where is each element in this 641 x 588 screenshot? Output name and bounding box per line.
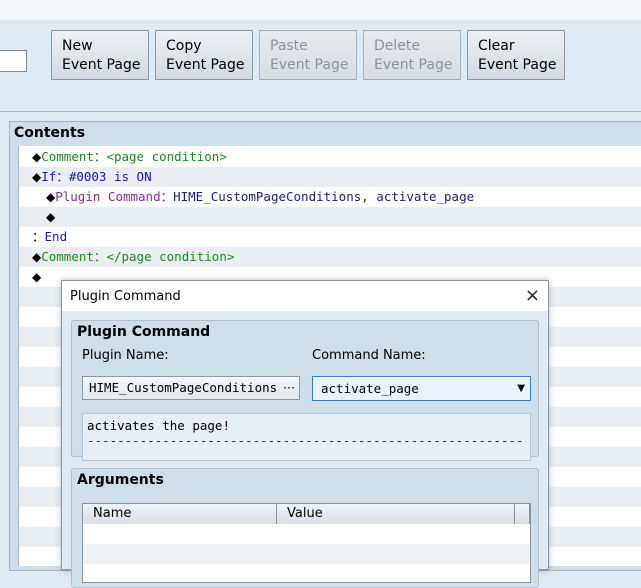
event-page-toolbar: New Event Page Copy Event Page Paste Eve… — [0, 0, 641, 112]
column-header-name[interactable]: Name — [83, 504, 277, 524]
list-item[interactable]: ◆Plugin Command：HIME_CustomPageCondition… — [19, 187, 641, 207]
button-label-line2: Event Page — [62, 57, 141, 73]
button-label-line1: Paste — [270, 38, 308, 54]
command-separator: ： — [32, 229, 45, 244]
diamond-marker-icon: ◆ — [46, 210, 56, 224]
diamond-marker-icon: ◆ — [32, 150, 42, 164]
new-event-page-button[interactable]: New Event Page — [51, 30, 149, 80]
list-item[interactable]: ：End — [19, 227, 641, 247]
diamond-marker-icon: ◆ — [32, 250, 42, 264]
command-name: Comment — [41, 149, 94, 164]
chevron-down-icon[interactable]: ▼ — [517, 377, 525, 400]
table-row[interactable] — [83, 524, 530, 544]
group-title: Plugin Command — [77, 324, 211, 340]
plugin-name-label: Plugin Name: — [82, 348, 169, 363]
diamond-marker-icon: ◆ — [46, 190, 56, 204]
command-separator: ： — [93, 249, 107, 264]
table-row[interactable] — [83, 564, 530, 584]
list-item[interactable]: ◆Comment：</page condition> — [19, 247, 641, 267]
dialog-title: Plugin Command — [70, 289, 181, 304]
command-name-select[interactable]: activate_page ▼ — [312, 376, 531, 401]
clear-event-page-button[interactable]: Clear Event Page — [467, 30, 565, 80]
column-header-filler — [515, 504, 530, 524]
button-label-line2: Event Page — [478, 57, 557, 73]
button-label-line1: Copy — [166, 38, 202, 54]
button-label-line1: Delete — [374, 38, 420, 54]
command-separator: ： — [160, 189, 174, 204]
copy-event-page-button[interactable]: Copy Event Page — [155, 30, 253, 80]
description-rule: ----------------------------------------… — [87, 433, 526, 448]
command-text: #0003 is ON — [68, 169, 152, 184]
close-icon[interactable]: × — [525, 285, 540, 306]
plugin-command-dialog: Plugin Command × Plugin Command Plugin N… — [61, 280, 549, 588]
command-name: Plugin Command — [55, 189, 161, 204]
list-item[interactable]: ◆Comment：<page condition> — [19, 147, 641, 167]
group-title: Arguments — [77, 472, 164, 488]
command-text: End — [44, 229, 68, 244]
plugin-name-value: HIME_CustomPageConditions — [89, 380, 278, 395]
button-label-line2: Event Page — [270, 57, 349, 73]
command-separator: ： — [93, 149, 107, 164]
command-description: activates the page! --------------------… — [82, 413, 531, 461]
plugin-command-group: Plugin Command Plugin Name: Command Name… — [71, 320, 539, 461]
button-label-line1: Clear — [478, 38, 515, 54]
command-name: If — [41, 169, 57, 184]
diamond-marker-icon: ◆ — [32, 270, 42, 284]
dialog-body: Plugin Command Plugin Name: Command Name… — [62, 311, 548, 588]
command-text: </page condition> — [106, 249, 235, 264]
table-row[interactable] — [83, 544, 530, 564]
command-name: Comment — [41, 249, 94, 264]
contents-title: Contents — [14, 125, 86, 141]
command-text: <page condition> — [106, 149, 227, 164]
list-item[interactable]: ◆ — [19, 207, 641, 227]
paste-event-page-button[interactable]: Paste Event Page — [259, 30, 357, 80]
command-name-value: activate_page — [321, 381, 419, 396]
description-text: activates the page! — [87, 418, 230, 433]
toolbar-divider — [0, 111, 641, 112]
delete-event-page-button[interactable]: Delete Event Page — [363, 30, 461, 80]
arguments-table[interactable]: Name Value — [82, 503, 531, 583]
command-text: HIME_CustomPageConditions, activate_page — [173, 189, 475, 204]
column-header-value[interactable]: Value — [277, 504, 515, 524]
button-label-line2: Event Page — [166, 57, 245, 73]
diamond-marker-icon: ◆ — [32, 170, 42, 184]
arguments-group: Arguments Name Value — [71, 468, 539, 588]
ellipsis-icon[interactable]: ··· — [283, 377, 295, 399]
list-item[interactable]: ◆If：#0003 is ON — [19, 167, 641, 187]
button-label-line2: Event Page — [374, 57, 453, 73]
command-separator: ： — [56, 169, 69, 184]
command-name-label: Command Name: — [312, 348, 426, 363]
plugin-name-field[interactable]: HIME_CustomPageConditions ··· — [82, 376, 300, 400]
event-name-input[interactable] — [0, 50, 27, 72]
title-strip — [0, 0, 641, 20]
button-label-line1: New — [62, 38, 93, 54]
